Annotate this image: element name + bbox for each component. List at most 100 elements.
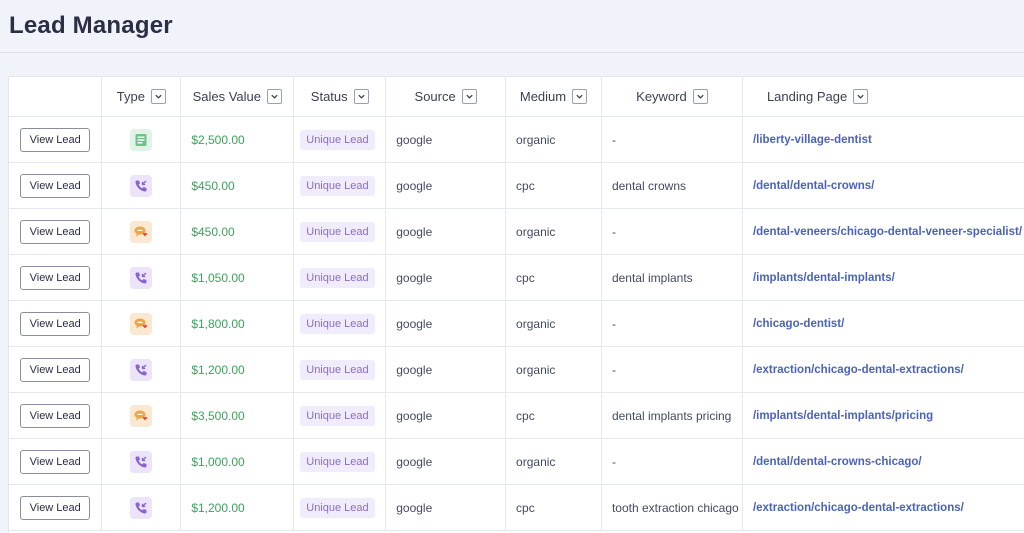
header-label: Landing Page [766,89,848,104]
actions-cell: View Lead [9,162,103,209]
chevron-down-icon[interactable] [353,89,369,104]
sales-value: $1,000.00 [180,438,295,485]
chevron-down-icon[interactable] [572,89,588,104]
header-label: Type [116,89,145,104]
header-type[interactable]: Type [101,77,182,117]
status-cell: Unique Lead [293,116,387,163]
status-cell: Unique Lead [293,484,387,531]
header-keyword[interactable]: Keyword [601,77,743,117]
view-lead-button[interactable]: View Lead [20,265,91,290]
table-header-row: Type Sales Value Status Source Medium Ke… [9,77,1024,117]
actions-cell: View Lead [9,208,103,255]
chevron-down-icon[interactable] [461,89,477,104]
chevron-down-icon[interactable] [267,89,282,104]
source-cell: google [385,162,507,209]
chat-icon [130,220,153,243]
landing-page-link[interactable]: /extraction/chicago-dental-extractions/ [742,346,1024,393]
view-lead-button[interactable]: View Lead [20,449,91,474]
chevron-down-icon[interactable] [150,89,166,104]
type-cell [101,254,182,301]
status-badge: Unique Lead [300,221,375,242]
header-sales-value[interactable]: Sales Value [180,77,295,117]
view-lead-button[interactable]: View Lead [20,403,91,428]
actions-cell: View Lead [9,116,103,163]
landing-page-link[interactable]: /dental/dental-crowns/ [742,162,1024,209]
keyword-cell: dental implants [601,254,743,301]
status-badge: Unique Lead [300,267,375,288]
keyword-cell: - [601,438,743,485]
chevron-down-icon[interactable] [692,89,708,104]
table-row: View Lead $2,500.00 Unique Lead google o… [9,116,1024,163]
type-cell [101,346,182,393]
header-source[interactable]: Source [385,77,507,117]
landing-page-link[interactable]: /extraction/chicago-dental-extractions/ [742,484,1024,531]
chevron-down-icon[interactable] [853,89,869,104]
type-cell [101,392,182,439]
landing-page-link[interactable]: /chicago-dentist/ [742,300,1024,347]
actions-cell: View Lead [9,254,103,301]
actions-cell: View Lead [9,484,103,531]
keyword-cell: tooth extraction chicago [601,484,743,531]
call-icon [130,358,153,381]
table-row: View Lead $1,800.00 Unique Lead google o… [9,300,1024,347]
medium-cell: cpc [505,162,602,209]
landing-page-link[interactable]: /implants/dental-implants/pricing [742,392,1024,439]
view-lead-button[interactable]: View Lead [20,357,91,382]
header-landing-page[interactable]: Landing Page [742,77,1024,117]
medium-cell: cpc [505,484,602,531]
actions-cell: View Lead [9,300,103,347]
type-cell [101,438,182,485]
view-lead-button[interactable]: View Lead [20,495,91,520]
status-cell: Unique Lead [293,300,387,347]
view-lead-button[interactable]: View Lead [20,219,91,244]
chat-icon [130,404,153,427]
landing-page-link[interactable]: /dental-veneers/chicago-dental-veneer-sp… [742,208,1024,255]
header-status[interactable]: Status [293,77,387,117]
landing-page-link[interactable]: /dental/dental-crowns-chicago/ [742,438,1024,485]
actions-cell: View Lead [9,438,103,485]
form-icon [130,128,153,151]
status-badge: Unique Lead [300,129,375,150]
header-label: Sales Value [192,89,261,104]
status-badge: Unique Lead [300,175,375,196]
header-actions [9,77,103,117]
view-lead-button[interactable]: View Lead [20,311,91,336]
call-icon [130,496,153,519]
type-cell [101,300,182,347]
medium-cell: cpc [505,392,602,439]
table-row: View Lead $1,050.00 Unique Lead google c… [9,254,1024,301]
source-cell: google [385,392,507,439]
status-cell: Unique Lead [293,208,387,255]
source-cell: google [385,300,507,347]
sales-value: $450.00 [180,162,295,209]
table-row: View Lead $1,200.00 Unique Lead google c… [9,484,1024,531]
table-row: View Lead $450.00 Unique Lead google org… [9,208,1024,255]
keyword-cell: dental crowns [601,162,743,209]
table-row: View Lead $3,500.00 Unique Lead google c… [9,392,1024,439]
source-cell: google [385,438,507,485]
actions-cell: View Lead [9,392,103,439]
header-label: Medium [519,89,567,104]
status-cell: Unique Lead [293,346,387,393]
view-lead-button[interactable]: View Lead [20,173,91,198]
sales-value: $1,800.00 [180,300,295,347]
leads-table-container: Type Sales Value Status Source Medium Ke… [8,76,1024,533]
page-title: Lead Manager [9,12,173,39]
source-cell: google [385,254,507,301]
medium-cell: organic [505,116,602,163]
landing-page-link[interactable]: /liberty-village-dentist [742,116,1024,163]
landing-page-link[interactable]: /implants/dental-implants/ [742,254,1024,301]
leads-table: Type Sales Value Status Source Medium Ke… [9,77,1024,531]
header-label: Status [310,89,348,104]
call-icon [130,450,153,473]
status-badge: Unique Lead [300,405,375,426]
medium-cell: organic [505,208,602,255]
status-cell: Unique Lead [293,438,387,485]
status-badge: Unique Lead [300,359,375,380]
call-icon [130,266,153,289]
keyword-cell: - [601,346,743,393]
header-medium[interactable]: Medium [505,77,602,117]
view-lead-button[interactable]: View Lead [20,127,91,152]
keyword-cell: - [601,300,743,347]
status-badge: Unique Lead [300,313,375,334]
